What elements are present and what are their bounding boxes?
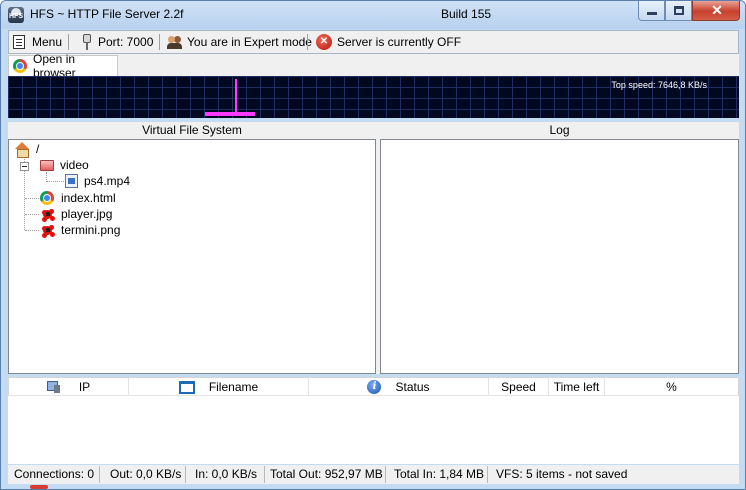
column-speed[interactable]: Speed [489,378,549,396]
column-label: Time left [553,380,600,394]
close-icon: ✕ [711,2,723,18]
column-percent[interactable]: % [605,378,738,396]
graph-baseline [205,112,255,116]
column-status[interactable]: i Status [309,378,489,396]
menu-button[interactable]: Menu [13,31,62,53]
home-icon [15,142,29,158]
image-file-icon [40,223,54,237]
column-ip[interactable]: IP [9,378,129,396]
tree-item-root[interactable]: / [15,141,40,158]
hfs-app-icon[interactable]: HFS [8,7,24,23]
tree-item-file[interactable]: termini.png [40,222,120,238]
top-speed-readout: Top speed: 7646,8 KB/s [611,80,707,90]
log-panel-title: Log [380,122,739,139]
column-label: Filename [208,380,259,394]
tree-item-label: ps4.mp4 [84,174,131,188]
network-icon [46,381,61,393]
column-time-left[interactable]: Time left [549,378,605,396]
transfers-list[interactable] [8,396,739,464]
folder-icon [40,159,54,171]
close-button[interactable]: ✕ [692,1,740,21]
status-bar: Connections: 0 Out: 0,0 KB/s In: 0,0 KB/… [8,465,739,484]
video-file-icon [65,174,78,188]
transfers-header: IP Filename i Status Speed Time left % [8,377,739,396]
tree-item-label: termini.png [61,223,121,237]
build-label: Build 155 [441,7,492,21]
users-icon [167,35,183,49]
info-icon: i [367,380,382,394]
tab-strip: Open in browser [8,52,739,80]
image-file-icon [40,207,54,221]
graph-spike [235,79,237,115]
port-button[interactable]: Port: 7000 [82,31,153,53]
bandwidth-graph: Top speed: 7646,8 KB/s [8,76,739,118]
server-status-button[interactable]: ✕ Server is currently OFF [316,31,461,53]
taskbar-fragment [30,485,48,489]
minimize-button[interactable] [638,1,665,21]
status-connections[interactable]: Connections: 0 [8,466,100,483]
mode-label: You are in Expert mode [187,35,312,49]
toolbar-divider [307,34,308,50]
tree-item-file[interactable]: ps4.mp4 [65,173,130,189]
menu-label: Menu [32,35,63,49]
status-out-speed[interactable]: Out: 0,0 KB/s [104,466,186,483]
hfs-window: HFS HFS ~ HTTP File Server 2.2f Build 15… [0,0,746,490]
status-vfs[interactable]: VFS: 5 items - not saved [490,466,640,483]
tree-item-file[interactable]: index.html [40,190,116,206]
toolbar: Menu Port: 7000 You are in Expert mode ✕… [8,30,739,54]
toolbar-divider [159,34,160,50]
vfs-tree[interactable]: / video ps4.mp4 index.html player.jpg te… [8,139,376,374]
tree-item-label: player.jpg [61,207,113,221]
window-icon [178,380,195,394]
tree-line [25,230,39,231]
server-off-icon: ✕ [316,34,332,50]
status-total-in[interactable]: Total In: 1,84 MB [388,466,488,483]
maximize-button[interactable] [665,1,692,21]
column-filename[interactable]: Filename [129,378,309,396]
title-bar[interactable]: HFS HFS ~ HTTP File Server 2.2f Build 15… [1,1,745,29]
menu-icon [13,35,25,49]
column-label: Speed [501,380,536,394]
browser-icon [13,59,27,73]
tree-item-label: / [36,142,40,156]
expert-mode-button[interactable]: You are in Expert mode [167,31,312,53]
port-label: Port: 7000 [98,35,154,49]
tree-line [25,198,39,199]
column-label: % [666,380,677,394]
tab-open-in-browser[interactable]: Open in browser [8,52,118,80]
collapse-toggle[interactable] [20,162,29,171]
tree-item-label: index.html [61,191,116,205]
toolbar-divider [68,34,69,50]
tree-line [25,214,39,215]
column-label: IP [78,380,91,394]
status-in-speed[interactable]: In: 0,0 KB/s [189,466,265,483]
html-file-icon [40,191,54,205]
server-status-label: Server is currently OFF [337,35,462,49]
tree-item-label: video [60,158,89,172]
vfs-panel-title: Virtual File System [8,122,376,139]
tree-item-folder[interactable]: video [40,157,89,173]
window-title: HFS ~ HTTP File Server 2.2f [30,7,184,21]
column-label: Status [395,380,430,394]
plug-icon [82,34,92,50]
tree-item-file[interactable]: player.jpg [40,206,112,222]
maximize-icon [674,6,684,15]
minimize-icon [647,12,657,15]
status-total-out[interactable]: Total Out: 952,97 MB [264,466,386,483]
log-area[interactable] [380,139,739,374]
tree-line [46,181,64,182]
